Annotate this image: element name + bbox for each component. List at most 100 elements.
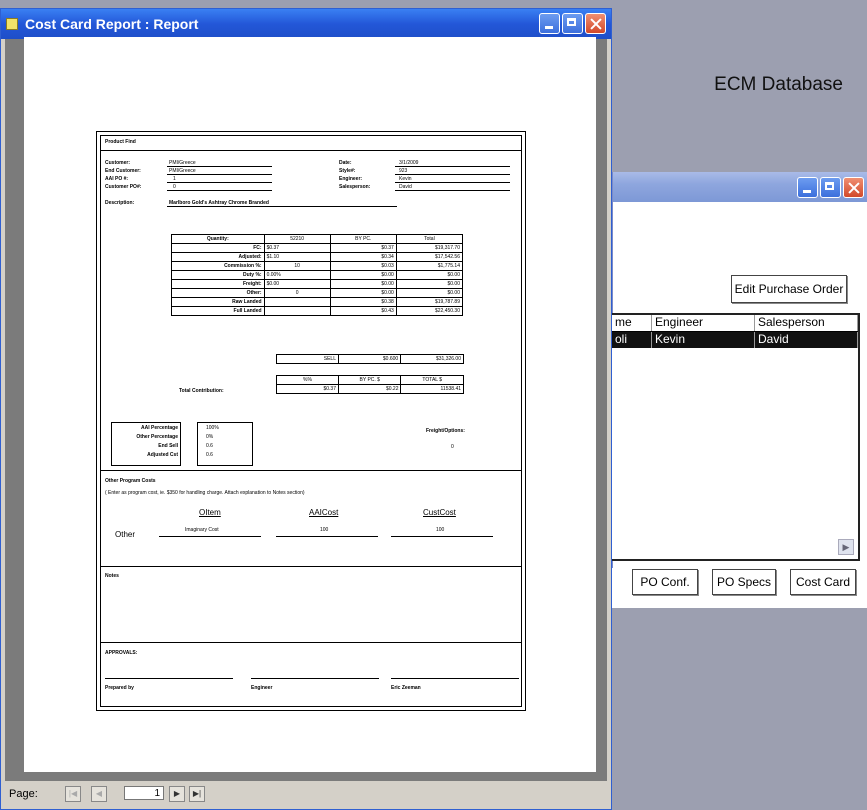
po-conf-button[interactable]: PO Conf. [632, 569, 698, 595]
customer-label: Customer: [105, 160, 131, 166]
cost-cell: $0.00 [263, 279, 331, 289]
cost-cell: $0.37 [329, 243, 397, 253]
cost-cell: $0.00 [395, 270, 464, 280]
cost-cell: $0.00 [329, 279, 397, 289]
cost-cell: $0.03 [329, 261, 397, 271]
grid-cell: oli [612, 332, 652, 348]
maximize-icon[interactable] [820, 177, 841, 198]
freight-options-value: 0 [451, 444, 454, 450]
table-row[interactable]: oli Kevin David [612, 332, 858, 348]
prepared-by-label: Prepared by [105, 685, 134, 691]
table-row: Adjusted: $1.10 $0.34 $17,542.56 [171, 252, 464, 262]
cost-cell: 0 [263, 288, 331, 298]
percent-label: End Sell [158, 443, 178, 449]
other-cust-value: 100 [436, 527, 445, 533]
style-label: Style#: [339, 168, 356, 174]
freight-options-label: Freight/Options: [426, 428, 465, 434]
table-row: FC: $0.37 $0.37 $19,317.70 [171, 243, 464, 253]
salesperson-label: Salesperson: [339, 184, 371, 190]
percent-value: 100% [206, 425, 219, 431]
window-title: Cost Card Report : Report [25, 16, 199, 32]
eric-zeeman-label: Eric Zeeman [391, 685, 421, 691]
notes-label: Notes [105, 573, 119, 579]
table-row: Full Landed $0.43 $22,450.30 [171, 306, 464, 316]
other-costs-note: ( Enter as program cost, ie. $350 for ha… [105, 490, 305, 496]
next-page-icon[interactable]: ▶ [169, 786, 185, 802]
grid-header-name: me [612, 315, 652, 331]
sell-label: SELL [276, 354, 339, 364]
cost-header: BY PC. [329, 234, 397, 244]
engineer-sign-label: Engineer [251, 685, 273, 691]
page-label: Page: [9, 788, 38, 800]
cost-cell: $0.34 [329, 252, 397, 262]
contribution-table: %% BY PC. $ TOTAL $ $0.37 $0.22 11538.41 [276, 375, 464, 394]
end-customer-label: End Customer: [105, 168, 141, 174]
cost-header: 52210 [263, 234, 331, 244]
scroll-right-icon[interactable]: ▶ [838, 539, 854, 555]
percent-labels-box: AAI Percentage Other Percentage End Sell… [111, 422, 181, 466]
aai-po-label: AAI PO #: [105, 176, 129, 182]
col-cust-cost: CustCost [423, 508, 456, 517]
cost-label: Full Landed [171, 306, 265, 316]
cost-cell: $0.00 [329, 270, 397, 280]
percent-value: 0.6 [206, 443, 213, 449]
cost-header: Quantity: [171, 234, 265, 244]
table-row: Other: 0 $0.00 $0.00 [171, 288, 464, 298]
sell-cell: $31,326.00 [400, 354, 464, 364]
cost-cell: $0.00 [395, 288, 464, 298]
percent-label: Adjusted Cst [147, 452, 178, 458]
cost-cell: $22,450.30 [395, 306, 464, 316]
orders-grid[interactable]: me Engineer Salesperson oli Kevin David … [612, 313, 860, 561]
sell-table: SELL $0.600 $31,326.00 [276, 354, 464, 364]
contrib-cell: 11538.41 [400, 384, 464, 394]
approvals-label: APPROVALS: [105, 650, 138, 656]
page-navigation-bar: Page: |◀ ◀ 1 ▶ ▶| [5, 783, 607, 805]
percent-value: 0% [206, 434, 214, 440]
edit-purchase-order-button[interactable]: Edit Purchase Order [731, 275, 847, 303]
cost-cell: $0.38 [329, 297, 397, 307]
last-page-icon[interactable]: ▶| [189, 786, 205, 802]
cost-label: Other: [171, 288, 265, 298]
cost-card-report: Product Find Customer: PMI/Greece End Cu… [96, 131, 526, 711]
minimize-icon[interactable] [797, 177, 818, 198]
percent-value: 0.6 [206, 452, 213, 458]
total-contribution-label: Total Contribution: [179, 388, 224, 394]
maximize-icon[interactable] [562, 13, 583, 34]
engineer-label: Engineer: [339, 176, 363, 182]
sell-cell: $0.600 [337, 354, 402, 364]
contrib-cell: $0.22 [337, 384, 402, 394]
other-costs-title: Other Program Costs [105, 478, 156, 484]
cost-cell: $0.00 [395, 279, 464, 289]
grid-cell: David [755, 332, 858, 348]
cost-header: Total [395, 234, 464, 244]
grid-header-engineer: Engineer [652, 315, 755, 331]
close-icon[interactable] [585, 13, 606, 34]
cost-cell: 10 [263, 261, 331, 271]
cost-label: Freight: [171, 279, 265, 289]
percent-values-box: 100% 0% 0.6 0.6 [197, 422, 253, 466]
contrib-header: TOTAL $ [400, 375, 464, 385]
grid-cell: Kevin [652, 332, 755, 348]
grid-header: me Engineer Salesperson [612, 315, 858, 332]
minimize-icon[interactable] [539, 13, 560, 34]
cost-label: FC: [171, 243, 265, 253]
percent-label: Other Percentage [136, 434, 178, 440]
contrib-header: BY PC. $ [337, 375, 402, 385]
close-icon[interactable] [843, 177, 864, 198]
contrib-header: %% [276, 375, 339, 385]
cost-card-button[interactable]: Cost Card [790, 569, 856, 595]
cost-label: Duty %: [171, 270, 265, 280]
grid-header-salesperson: Salesperson [755, 315, 858, 331]
title-bar[interactable]: Cost Card Report : Report [1, 9, 611, 39]
page-number-input[interactable]: 1 [124, 786, 164, 800]
po-specs-button[interactable]: PO Specs [712, 569, 776, 595]
date-label: Date: [339, 160, 352, 166]
first-page-icon[interactable]: |◀ [65, 786, 81, 802]
col-aai-cost: AAICost [309, 508, 339, 517]
previous-page-icon[interactable]: ◀ [91, 786, 107, 802]
table-row: $0.37 $0.22 11538.41 [276, 384, 464, 394]
col-other-item: OItem [199, 508, 221, 517]
description-label: Description: [105, 200, 135, 206]
table-row: SELL $0.600 $31,326.00 [276, 354, 464, 364]
bg-title-bar[interactable] [613, 172, 867, 202]
